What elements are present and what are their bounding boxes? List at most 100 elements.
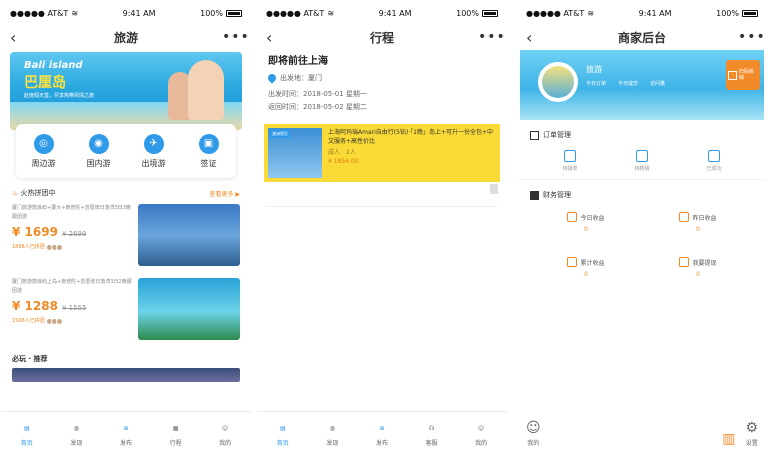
scan-verify-button[interactable]: 扫码核销: [726, 60, 760, 90]
finance-section-label: 财务管理: [543, 191, 571, 199]
back-icon[interactable]: ‹: [526, 28, 546, 47]
tab-publish[interactable]: ⊕ 发布: [357, 412, 407, 455]
fire-icon: ♨: [12, 189, 19, 197]
finance-section-title: 财务管理: [518, 180, 766, 206]
scan-icon: [728, 70, 737, 80]
finance-yesterday[interactable]: 昨日收益 0: [642, 212, 754, 233]
avatar-stack: [45, 318, 63, 325]
compass-icon: ◍: [73, 424, 80, 432]
tab-label: 首页: [20, 440, 33, 447]
order-success[interactable]: 已成功: [706, 150, 722, 175]
tab-bar: ▤ 首页 ◍ 发现 ⊕ 发布 ☊ 客服 ☺ 我的: [258, 411, 506, 455]
trip-image: 澳洲悉尼: [268, 128, 322, 178]
order-label: 待核销: [634, 166, 650, 172]
deal-card[interactable]: 厦门旅游鼓浪屿+厦大+南普陀+曾厝垵日落湾3日3晚跟团游 ¥ 1699 ¥ 269…: [2, 202, 250, 276]
settings-button[interactable]: ⚙ 设置: [745, 420, 758, 447]
page-title: 商家后台: [617, 30, 666, 45]
trip-return: 返回时间：2018-05-02 星期二: [268, 103, 367, 111]
tab-home[interactable]: ▤ 首页: [258, 412, 308, 455]
more-icon[interactable]: •••: [738, 29, 765, 45]
user-icon: ☺: [478, 424, 485, 432]
finance-value: 0: [584, 226, 588, 233]
trip-adults: 成人 2人: [328, 149, 356, 156]
user-icon: ☺: [526, 419, 541, 436]
shop-logo: [538, 62, 578, 102]
promo-banner[interactable]: Bali island 巴厘岛 赴度假天堂，尽享热带风情之旅: [10, 52, 242, 130]
clock: 9:41 AM: [122, 8, 156, 18]
finance-value: 0: [584, 271, 588, 278]
trip-header: 即将前往上海 出发地：厦门 出发时间：2018-05-01 星期一 返回时间：2…: [258, 48, 506, 116]
phone-screen-itinerary: ●●●●● AT&T ≋ 9:41 AM 100% ‹ 行程 ••• 即将前往上海…: [258, 0, 506, 455]
tab-home[interactable]: ▤ 首页: [2, 412, 52, 455]
category-label: 周边游: [31, 158, 56, 168]
trip-origin: 出发地：厦门: [280, 74, 322, 82]
order-section-title: 订单管理: [518, 120, 766, 146]
tab-label: 发布: [119, 440, 132, 447]
carrier: ●●●●● AT&T: [10, 8, 69, 18]
tab-label: 我的: [527, 439, 540, 447]
deal-desc: 厦门旅游鼓浪屿+厦大+南普陀+曾厝垵日落湾3日3晚跟团游: [12, 205, 131, 220]
view-more-link[interactable]: 查看更多 ▶: [209, 189, 240, 198]
clock: 9:41 AM: [378, 8, 412, 18]
order-pending[interactable]: 待接单: [562, 150, 578, 175]
phone-screen-travel: ●●●●● AT&T ≋ 9:41 AM 100% ‹ 旅游 ••• Bali i…: [2, 0, 250, 455]
tab-itinerary[interactable]: ▦ 行程: [151, 412, 201, 455]
bag-icon: [635, 150, 648, 162]
tab-mine[interactable]: ☺ 我的: [200, 412, 250, 455]
finance-value: 0: [696, 226, 700, 233]
shop-name: 旅游: [586, 65, 602, 74]
order-label: 已成功: [706, 166, 722, 172]
tab-mine[interactable]: ☺ 我的: [526, 420, 541, 447]
more-icon[interactable]: •••: [222, 29, 249, 45]
category-visa[interactable]: ▣ 签证: [181, 124, 236, 178]
finance-today[interactable]: 今日收益 0: [530, 212, 642, 233]
deal-old-price: ¥ 2699: [61, 230, 87, 238]
tab-label: 首页: [276, 440, 289, 447]
clipboard-icon: [563, 150, 576, 162]
location-pin-icon: [266, 72, 278, 84]
back-icon[interactable]: ‹: [266, 28, 286, 47]
order-verify[interactable]: 待核销: [634, 150, 650, 175]
nav-bar: ‹ 商家后台 •••: [518, 26, 766, 48]
finance-label: 累计收益: [580, 259, 605, 267]
order-label: 待接单: [562, 166, 578, 172]
back-icon[interactable]: ‹: [10, 28, 30, 47]
tab-mine[interactable]: ☺ 我的: [456, 412, 506, 455]
tab-bar: ▤ 首页 ◍ 发现 ⊕ 发布 ▦ 行程 ☺ 我的: [2, 411, 250, 455]
wifi-icon: ≋: [327, 8, 335, 18]
stat-visits: 访问量: [650, 81, 666, 87]
compass-icon: ◍: [329, 424, 336, 432]
battery-icon: [742, 9, 758, 17]
banner-woman: [188, 60, 224, 120]
category-domestic[interactable]: ◉ 国内游: [71, 124, 126, 178]
finance-withdraw[interactable]: 我要提现 0: [642, 257, 754, 278]
deal-card[interactable]: 厦门旅游鼓浪屿上岛+南普陀+曾厝垵日落湾3日2晚跟团游 ¥ 1288 ¥ 1555…: [2, 276, 250, 350]
tab-discover[interactable]: ◍ 发现: [308, 412, 358, 455]
publish-icon: ⊕: [379, 424, 385, 432]
gift-icon[interactable]: ▥: [722, 431, 735, 447]
finance-total[interactable]: 累计收益 0: [530, 257, 642, 278]
recommend-image[interactable]: [12, 368, 240, 382]
order-section-label: 订单管理: [543, 131, 571, 139]
divider: [266, 206, 498, 207]
banner-tagline: 赴度假天堂，尽享热带风情之旅: [24, 93, 95, 99]
tab-publish[interactable]: ⊕ 发布: [101, 412, 151, 455]
calendar-icon: [679, 212, 690, 222]
publish-icon: ⊕: [123, 424, 129, 432]
visa-icon: ▣: [198, 133, 219, 154]
carrier: ●●●●● AT&T: [526, 8, 585, 18]
check-doc-icon: [707, 150, 720, 162]
category-outbound[interactable]: ✈ 出境游: [126, 124, 181, 178]
trip-card[interactable]: 澳洲悉尼 上海阿玛瑞Amari自由行(5钻)·「1晚」岛上+可升一份全包+中文服…: [264, 124, 500, 182]
finance-value: 0: [696, 271, 700, 278]
delete-icon[interactable]: [490, 184, 498, 194]
tab-label: 客服: [425, 440, 438, 447]
shop-banner: 旅游 今日订单 今日成交 访问量 扫码核销: [520, 50, 764, 120]
hot-title-text: 火热拼团中: [20, 189, 56, 197]
category-nearby[interactable]: ◎ 周边游: [16, 124, 71, 178]
headset-icon: ☊: [428, 424, 435, 432]
finance-grid: 今日收益 0 昨日收益 0 累计收益 0 我要提现 0: [518, 206, 766, 284]
more-icon[interactable]: •••: [478, 29, 505, 45]
tab-service[interactable]: ☊ 客服: [407, 412, 457, 455]
tab-discover[interactable]: ◍ 发现: [52, 412, 102, 455]
